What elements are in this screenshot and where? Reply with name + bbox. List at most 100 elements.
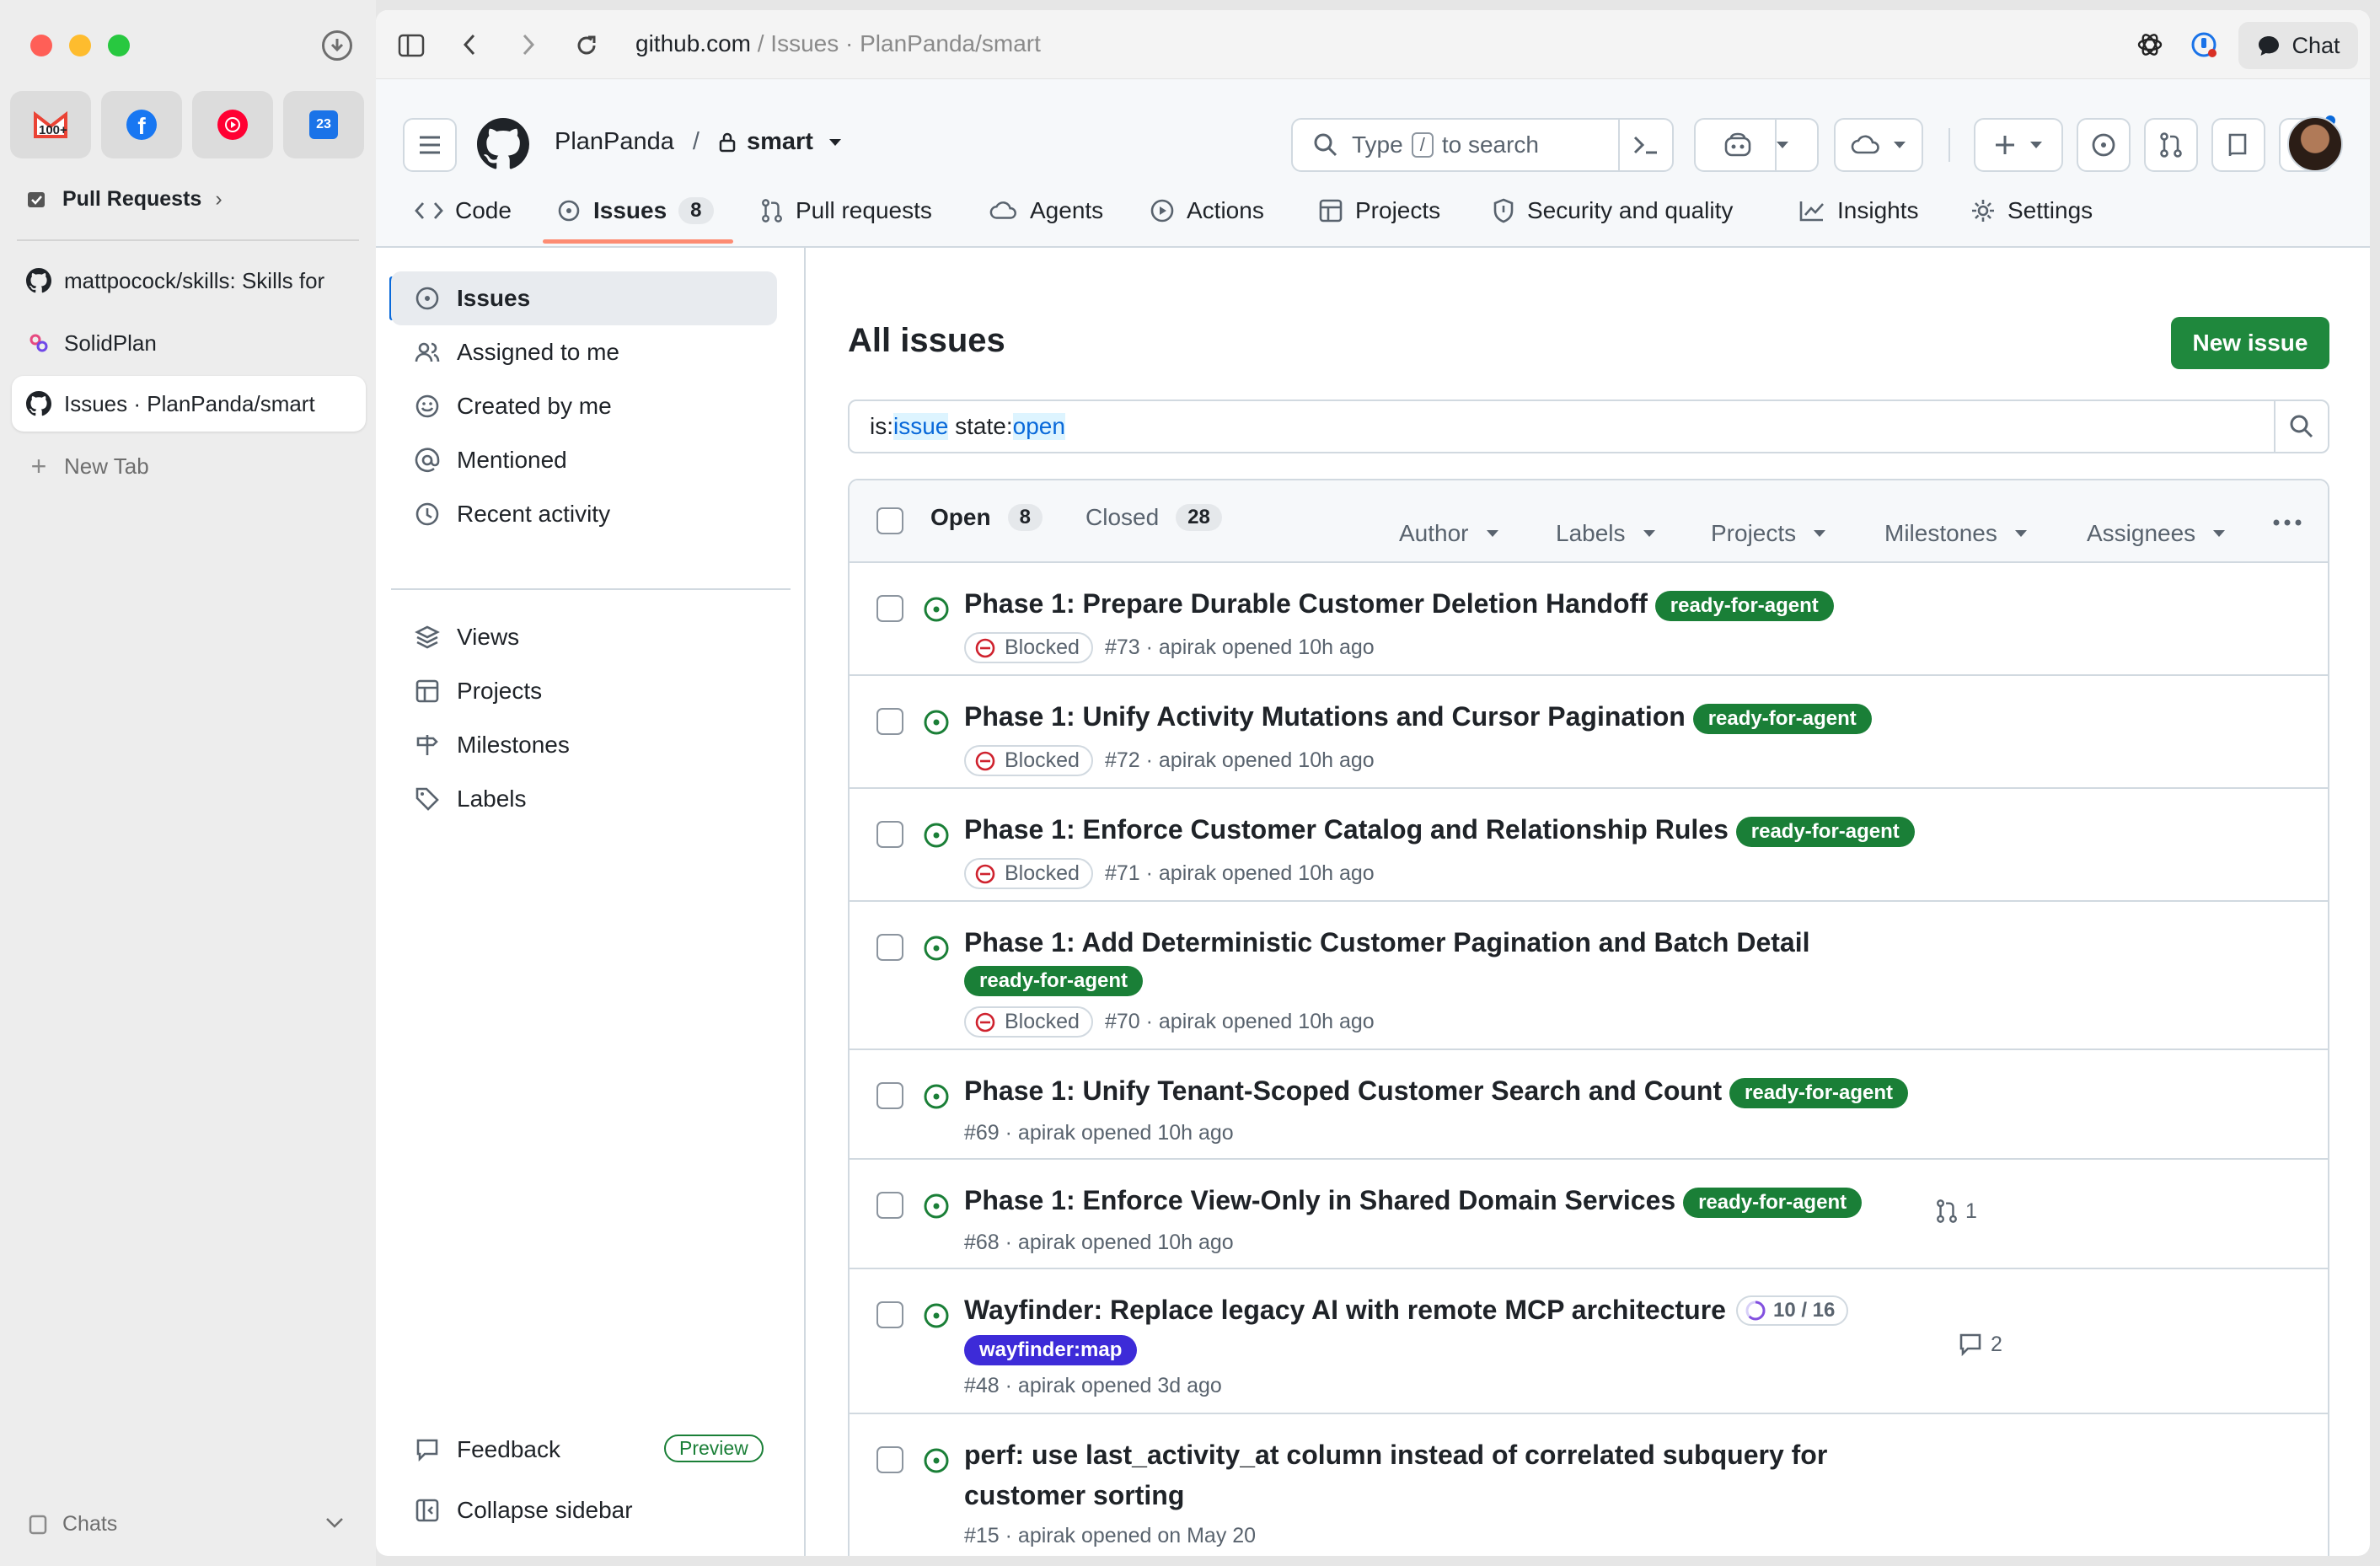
issue-label-badge[interactable]: ready-for-agent bbox=[1729, 1077, 1909, 1108]
openai-icon[interactable] bbox=[2134, 29, 2166, 61]
issue-title[interactable]: Phase 1: Add Deterministic Customer Pagi… bbox=[964, 927, 1809, 958]
select-all-checkbox[interactable] bbox=[876, 507, 903, 534]
pinned-gmail[interactable]: 100+ bbox=[10, 91, 91, 158]
repo-name-link[interactable]: smart bbox=[747, 128, 813, 156]
nav-item-labels[interactable]: Labels bbox=[391, 772, 777, 826]
pull-requests-shortcut-button[interactable] bbox=[2144, 118, 2198, 172]
issue-row[interactable]: Phase 1: Enforce View-Only in Shared Dom… bbox=[848, 1158, 2329, 1268]
pinned-calendar[interactable]: 23 bbox=[283, 91, 364, 158]
issue-label-badge[interactable]: ready-for-agent bbox=[1683, 1187, 1863, 1218]
nav-item-mentioned[interactable]: Mentioned bbox=[391, 433, 777, 487]
issue-checkbox[interactable] bbox=[876, 934, 903, 961]
issue-title[interactable]: Phase 1: Prepare Durable Customer Deleti… bbox=[964, 588, 1834, 621]
tab-agents[interactable]: Agents bbox=[989, 184, 1103, 238]
collapse-sidebar-button[interactable]: Collapse sidebar bbox=[391, 1483, 777, 1537]
avatar[interactable] bbox=[2287, 116, 2343, 172]
copilot-button[interactable] bbox=[1694, 118, 1819, 172]
issue-title[interactable]: Phase 1: Enforce View-Only in Shared Dom… bbox=[964, 1185, 1863, 1218]
tab-insights[interactable]: Insights bbox=[1798, 184, 1919, 238]
command-palette-icon[interactable] bbox=[1618, 120, 1672, 170]
forward-icon[interactable] bbox=[516, 32, 541, 57]
issue-title-text[interactable]: Phase 1: Unify Tenant-Scoped Customer Se… bbox=[964, 1075, 1722, 1106]
url-field[interactable]: github.com / Issues · PlanPanda/smart bbox=[635, 30, 1041, 57]
issue-checkbox[interactable] bbox=[876, 821, 903, 848]
nav-item-recent[interactable]: Recent activity bbox=[391, 487, 777, 541]
assignees-filter[interactable]: Assignees bbox=[2087, 520, 2226, 547]
issue-title[interactable]: Phase 1: Unify Activity Mutations and Cu… bbox=[964, 701, 1872, 734]
tab-issues[interactable]: Issues 8 bbox=[556, 184, 714, 238]
codespaces-button[interactable] bbox=[1834, 118, 1923, 172]
menu-button[interactable] bbox=[403, 118, 457, 172]
search-submit-button[interactable] bbox=[2274, 401, 2328, 452]
issue-checkbox[interactable] bbox=[876, 1301, 903, 1328]
issue-title[interactable]: Phase 1: Enforce Customer Catalog and Re… bbox=[964, 814, 1915, 847]
issue-checkbox[interactable] bbox=[876, 708, 903, 735]
comments-count[interactable]: 2 bbox=[1957, 1332, 2002, 1357]
issue-label-badge[interactable]: ready-for-agent bbox=[964, 966, 1144, 996]
nav-item-projects[interactable]: Projects bbox=[391, 664, 777, 718]
close-window-button[interactable] bbox=[30, 35, 52, 56]
nav-item-views[interactable]: Views bbox=[391, 610, 777, 664]
tab-security[interactable]: Security and quality bbox=[1492, 184, 1733, 238]
issue-row[interactable]: Phase 1: Add Deterministic Customer Pagi… bbox=[848, 900, 2329, 1048]
browser-tab-skills[interactable]: mattpocock/skills: Skills for bbox=[12, 253, 366, 308]
sub-issue-progress[interactable]: 10 / 16 bbox=[1735, 1295, 1849, 1326]
open-filter[interactable]: Open 8 bbox=[930, 504, 1043, 531]
minimize-window-button[interactable] bbox=[69, 35, 91, 56]
more-options-icon[interactable] bbox=[2272, 516, 2302, 531]
milestones-filter[interactable]: Milestones bbox=[1884, 520, 2028, 547]
nav-item-milestones[interactable]: Milestones bbox=[391, 718, 777, 772]
tab-pull-requests[interactable]: Pull requests bbox=[760, 184, 932, 238]
reload-icon[interactable] bbox=[573, 32, 600, 59]
issue-title-text[interactable]: Phase 1: Enforce Customer Catalog and Re… bbox=[964, 814, 1729, 845]
issue-row[interactable]: perf: use last_activity_at column instea… bbox=[848, 1413, 2329, 1556]
new-issue-button[interactable]: New issue bbox=[2171, 317, 2329, 369]
issue-label-badge[interactable]: ready-for-agent bbox=[1692, 703, 1872, 734]
download-icon[interactable] bbox=[322, 30, 352, 61]
issue-title-text[interactable]: Wayfinder: Replace legacy AI with remote… bbox=[964, 1295, 1726, 1326]
issue-title-text[interactable]: Phase 1: Unify Activity Mutations and Cu… bbox=[964, 701, 1686, 732]
issue-title[interactable]: perf: use last_activity_at column instea… bbox=[964, 1440, 1827, 1471]
search-input[interactable]: Type / to search bbox=[1291, 118, 1674, 172]
issue-row[interactable]: Wayfinder: Replace legacy AI with remote… bbox=[848, 1268, 2329, 1413]
github-logo-icon[interactable] bbox=[475, 116, 531, 172]
issue-title[interactable]: Phase 1: Unify Tenant-Scoped Customer Se… bbox=[964, 1075, 1909, 1108]
browser-tab-solidplan[interactable]: SolidPlan bbox=[12, 315, 366, 371]
tab-settings[interactable]: Settings bbox=[1970, 184, 2093, 238]
nav-item-assigned[interactable]: Assigned to me bbox=[391, 325, 777, 379]
tab-projects[interactable]: Projects bbox=[1318, 184, 1440, 238]
issue-title-line2[interactable]: customer sorting bbox=[964, 1480, 1184, 1511]
chat-button[interactable]: Chat bbox=[2238, 22, 2358, 69]
issue-label-badge[interactable]: wayfinder:map bbox=[964, 1335, 1138, 1365]
issues-shortcut-button[interactable] bbox=[2077, 118, 2131, 172]
chevron-down-icon[interactable] bbox=[325, 1517, 344, 1533]
repositories-button[interactable] bbox=[2211, 118, 2265, 172]
issue-search-input[interactable]: is: issue state: open bbox=[848, 400, 2329, 453]
issue-row[interactable]: Phase 1: Prepare Durable Customer Deleti… bbox=[848, 561, 2329, 674]
issue-checkbox[interactable] bbox=[876, 1446, 903, 1473]
repo-owner-link[interactable]: PlanPanda bbox=[555, 128, 674, 156]
back-icon[interactable] bbox=[457, 32, 482, 57]
pinned-youtube-music[interactable] bbox=[192, 91, 273, 158]
issue-row[interactable]: Phase 1: Unify Activity Mutations and Cu… bbox=[848, 674, 2329, 787]
issue-title-text[interactable]: Phase 1: Prepare Durable Customer Deleti… bbox=[964, 588, 1648, 619]
closed-filter[interactable]: Closed 28 bbox=[1085, 504, 1222, 531]
labels-filter[interactable]: Labels bbox=[1556, 520, 1656, 547]
nav-item-created[interactable]: Created by me bbox=[391, 379, 777, 433]
issue-row[interactable]: Phase 1: Enforce Customer Catalog and Re… bbox=[848, 787, 2329, 900]
pull-requests-folder[interactable]: Pull Requests › bbox=[25, 184, 222, 214]
issue-checkbox[interactable] bbox=[876, 1192, 903, 1219]
issue-checkbox[interactable] bbox=[876, 595, 903, 622]
nav-item-issues[interactable]: Issues bbox=[391, 271, 777, 325]
issue-label-badge[interactable]: ready-for-agent bbox=[1735, 816, 1915, 847]
new-tab-button[interactable]: + New Tab bbox=[12, 438, 366, 494]
issue-title[interactable]: Wayfinder: Replace legacy AI with remote… bbox=[964, 1295, 1849, 1326]
create-new-button[interactable] bbox=[1974, 118, 2063, 172]
projects-filter[interactable]: Projects bbox=[1711, 520, 1826, 547]
password-manager-icon[interactable] bbox=[2188, 29, 2220, 61]
zoom-window-button[interactable] bbox=[108, 35, 130, 56]
sidebar-toggle-icon[interactable] bbox=[396, 30, 426, 61]
pinned-facebook[interactable]: f bbox=[101, 91, 182, 158]
browser-tab-issues[interactable]: Issues · PlanPanda/smart bbox=[12, 376, 366, 432]
tab-code[interactable]: Code bbox=[415, 184, 512, 238]
